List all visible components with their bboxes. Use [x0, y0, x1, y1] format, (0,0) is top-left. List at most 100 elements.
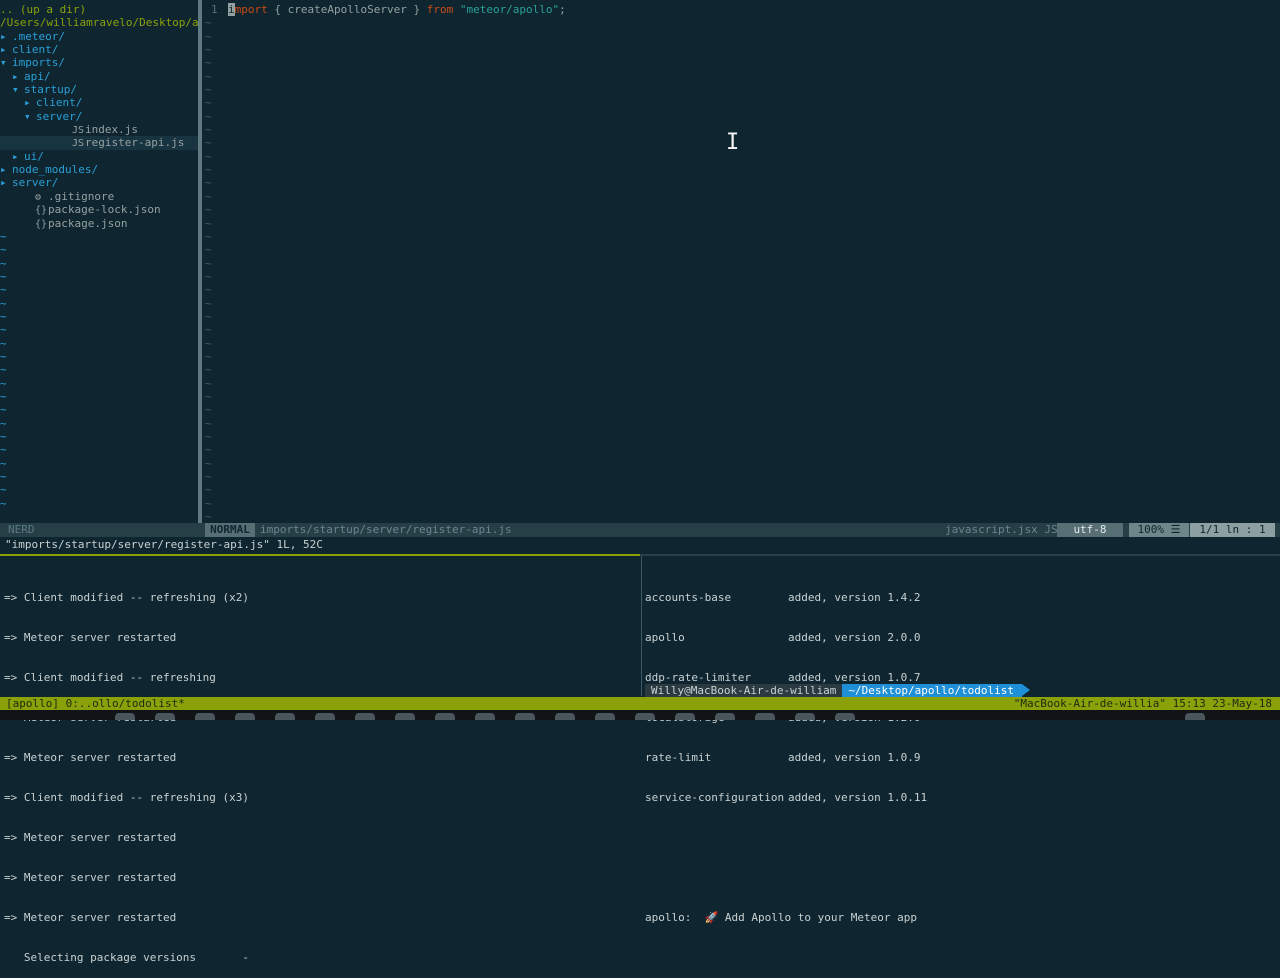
code-semicolon: ;: [559, 3, 566, 16]
tree-item-label: index.js: [85, 123, 138, 137]
json-file-icon: {}: [35, 205, 48, 217]
tree-empty-line: ~: [0, 389, 7, 403]
tree-file-index-js[interactable]: JSindex.js: [0, 123, 198, 136]
package-name: accounts-base: [645, 590, 732, 604]
dock-app-icon[interactable]: [355, 713, 375, 720]
dock-app-icon[interactable]: [115, 713, 135, 720]
dock-app-icon[interactable]: [315, 713, 335, 720]
editor-empty-line: ~: [205, 229, 212, 243]
tree-item-label: client/: [12, 43, 59, 57]
package-name: ddp-rate-limiter: [645, 670, 751, 684]
tree-item-client[interactable]: ▸ client/: [0, 43, 198, 56]
editor-empty-line: ~: [205, 176, 212, 190]
collapsed-arrow-icon: ▸: [24, 96, 31, 110]
tree-item-meteor[interactable]: ▸ .meteor/: [0, 30, 198, 43]
active-pane-indicator: [0, 554, 640, 556]
terminal-pane-left[interactable]: => Client modified -- refreshing (x2) =>…: [4, 564, 640, 978]
dock-app-icon[interactable]: [395, 713, 415, 720]
tree-item-node-modules[interactable]: ▸ node_modules/: [0, 163, 198, 176]
editor-empty-line: ~: [205, 296, 212, 310]
tree-empty-line: ~: [0, 403, 7, 417]
dock-app-icon[interactable]: [675, 713, 695, 720]
editor-empty-line: ~: [205, 389, 212, 403]
dock-app-icon[interactable]: [755, 713, 775, 720]
tree-item-imports[interactable]: ▾ imports/: [0, 56, 198, 69]
editor-empty-line: ~: [205, 323, 212, 337]
dock-app-icon[interactable]: [835, 713, 855, 720]
tree-up-dir[interactable]: .. (up a dir): [0, 3, 198, 16]
collapsed-arrow-icon: ▸: [0, 29, 7, 43]
dock-app-icon[interactable]: [595, 713, 615, 720]
editor-empty-lines: ~ ~ ~ ~ ~ ~ ~ ~ ~ ~ ~ ~ ~ ~ ~ ~ ~ ~ ~ ~ ~ ~ ~ ~ ~ ~ ~ ~ ~ ~ ~ ~ ~ ~ ~ ~ ~ ~: [203, 3, 223, 523]
status-filetype: javascript.jsx JS: [945, 523, 1058, 536]
editor-empty-line: ~: [205, 269, 212, 283]
tree-item-label: package-lock.json: [48, 203, 161, 217]
tree-item-startup-client[interactable]: ▸ client/: [0, 96, 198, 109]
tmux-session-window[interactable]: [apollo] 0:..ollo/todolist*: [6, 697, 185, 710]
tree-file-gitignore[interactable]: ⚙ .gitignore: [0, 190, 198, 203]
tree-empty-line: ~: [0, 363, 7, 377]
dock-app-icon[interactable]: [515, 713, 535, 720]
tree-empty-line: ~: [0, 416, 7, 430]
package-row: accounts-base added, version 1.4.2: [645, 591, 927, 604]
editor-empty-line: ~: [205, 309, 212, 323]
tree-item-ui[interactable]: ▸ ui/: [0, 150, 198, 163]
tree-empty-line: ~: [0, 229, 7, 243]
package-status: added, version 2.0.0: [788, 630, 921, 644]
tree-root-path[interactable]: /Users/williamravelo/Desktop/ap: [0, 16, 198, 29]
tree-file-register-api-js[interactable]: JSregister-api.js: [0, 136, 198, 150]
dock-app-icon[interactable]: [795, 713, 815, 720]
collapsed-arrow-icon: ▸: [0, 176, 7, 190]
editor-empty-line: ~: [205, 283, 212, 297]
editor-empty-line: ~: [205, 163, 212, 177]
tree-item-api[interactable]: ▸ api/: [0, 70, 198, 83]
editor-empty-line: ~: [205, 56, 212, 70]
dock-app-icon[interactable]: [235, 713, 255, 720]
dock-trash-icon[interactable]: [1185, 713, 1205, 720]
dock-app-icon[interactable]: [635, 713, 655, 720]
dock-app-icon[interactable]: [155, 713, 175, 720]
terminal-line: => Meteor server restarted: [4, 630, 177, 644]
package-status: added, version 1.4.2: [788, 590, 921, 604]
editor-empty-line: ~: [205, 496, 212, 510]
tree-file-package-lock[interactable]: {}package-lock.json: [0, 203, 198, 216]
tree-file-package-json[interactable]: {}package.json: [0, 217, 198, 230]
command-message: "imports/startup/server/register-api.js"…: [5, 538, 323, 551]
tree-item-startup[interactable]: ▾ startup/: [0, 83, 198, 96]
keyword-import: mport: [234, 3, 268, 16]
shell-prompt[interactable]: Willy@MacBook-Air-de-william ~/Desktop/ap…: [645, 684, 1031, 697]
tree-empty-line: ~: [0, 456, 7, 470]
dock-app-icon[interactable]: [275, 713, 295, 720]
tree-empty-line: ~: [0, 496, 7, 510]
editor-empty-line: ~: [205, 456, 212, 470]
dock-app-icon[interactable]: [475, 713, 495, 720]
editor-empty-line: ~: [205, 510, 212, 523]
tmux-pane-border[interactable]: [0, 554, 1280, 556]
dock-app-icon[interactable]: [715, 713, 735, 720]
dock-app-icon[interactable]: [435, 713, 455, 720]
package-name: apollo: [645, 630, 685, 644]
terminal-pane-right[interactable]: accounts-base added, version 1.4.2 apollo…: [645, 564, 927, 938]
tree-empty-line: ~: [0, 336, 7, 350]
editor-empty-line: ~: [205, 189, 212, 203]
vertical-split-border[interactable]: [198, 0, 202, 523]
tree-item-server[interactable]: ▸ server/: [0, 176, 198, 189]
dock-app-icon[interactable]: [555, 713, 575, 720]
text-cursor: i: [228, 3, 235, 16]
tree-item-label: client/: [36, 96, 83, 110]
editor-empty-line: ~: [205, 443, 212, 457]
tree-item-startup-server[interactable]: ▾ server/: [0, 110, 198, 123]
terminal-line: => Meteor server restarted: [4, 830, 177, 844]
code-line-1[interactable]: import { createApolloServer } from "mete…: [228, 3, 566, 16]
nerdtree-status: NERD: [0, 523, 206, 537]
terminal-pane-divider[interactable]: [641, 556, 642, 696]
macos-dock: [0, 710, 1280, 720]
tree-empty-line: ~: [0, 430, 7, 443]
dock-app-icon[interactable]: [195, 713, 215, 720]
powerline-arrow-icon: [1022, 684, 1031, 696]
editor-empty-line: ~: [205, 96, 212, 110]
tree-item-label: .meteor/: [12, 29, 65, 43]
tree-item-label: .gitignore: [48, 189, 115, 203]
tree-empty-line: ~: [0, 243, 7, 257]
